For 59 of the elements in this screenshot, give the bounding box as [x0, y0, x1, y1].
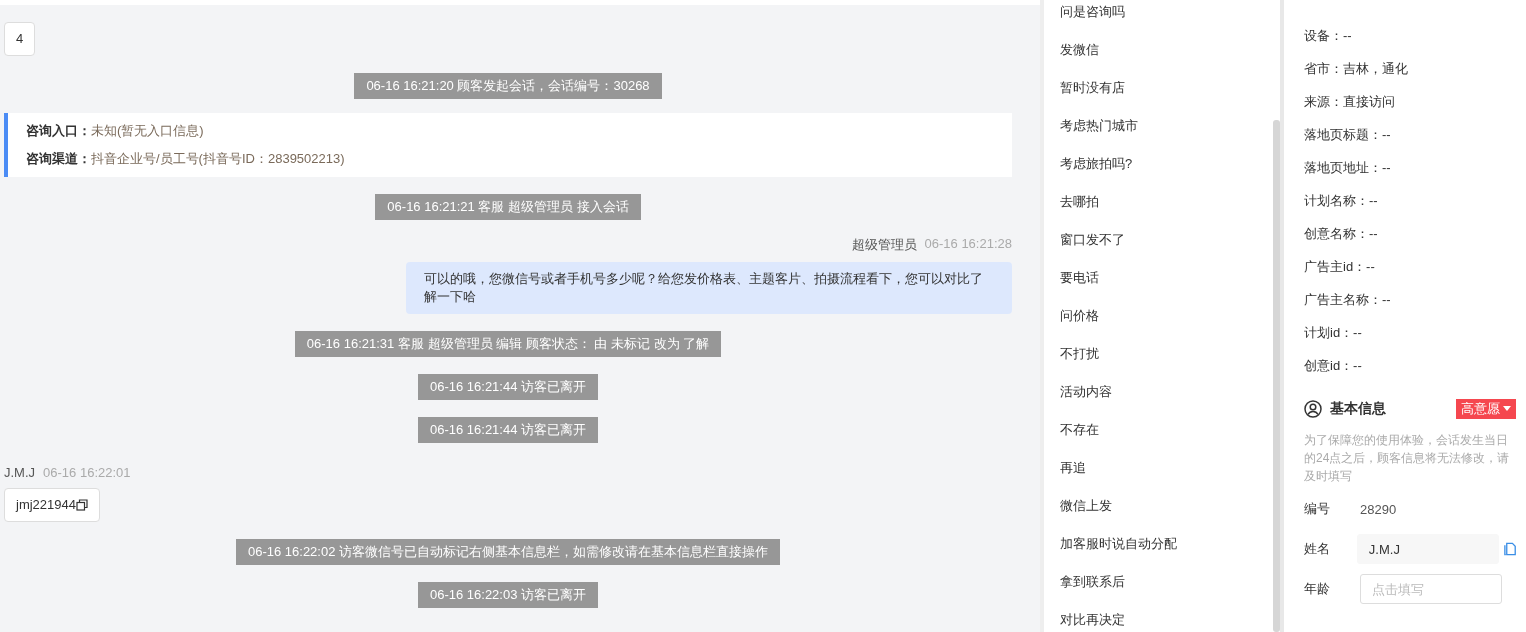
visitor-info-field: 计划名称：-- — [1304, 192, 1516, 225]
quick-reply-item[interactable]: 要电话 — [1060, 269, 1273, 307]
agent-message: 可以的哦，您微信号或者手机号多少呢？给您发价格表、主题客片、拍摄流程看下，您可以对比了解一下哈 — [406, 262, 1012, 314]
visitor-info-field: 计划id：-- — [1304, 324, 1516, 357]
system-message: 06-16 16:21:31 客服 超级管理员 编辑 顾客状态： 由 未标记 改为 了解 — [294, 331, 722, 357]
quick-reply-item[interactable]: 暂时没有店 — [1060, 79, 1273, 117]
quick-reply-item[interactable]: 再追 — [1060, 459, 1273, 497]
info-value: 未知(暂无入口信息) — [91, 122, 204, 140]
quick-reply-item[interactable]: 发微信 — [1060, 41, 1273, 79]
scrollbar-thumb[interactable] — [1273, 120, 1280, 632]
quick-reply-item[interactable]: 考虑热门城市 — [1060, 117, 1273, 155]
system-message: 06-16 16:21:20 顾客发起会话，会话编号：30268 — [354, 73, 662, 99]
visitor-info-field: 设备：-- — [1304, 27, 1516, 60]
quick-reply-item[interactable]: 拿到联系后 — [1060, 573, 1273, 611]
intent-tag-dropdown[interactable]: 高意愿 — [1456, 399, 1516, 419]
visitor-message: jmj221944 — [16, 497, 76, 513]
visitor-info-field: 创意id：-- — [1304, 357, 1516, 390]
quick-reply-item[interactable]: 对比再决定 — [1060, 611, 1273, 632]
visitor-info-field: 落地页标题：-- — [1304, 126, 1516, 159]
quick-reply-item[interactable]: 不存在 — [1060, 421, 1273, 459]
caret-icon — [1503, 406, 1511, 412]
quick-reply-item[interactable]: 去哪拍 — [1060, 193, 1273, 231]
info-value: 抖音企业号/员工号(抖音号ID：2839502213) — [91, 150, 345, 168]
system-message: 06-16 16:21:44 访客已离开 — [417, 417, 599, 443]
visitor-info-field: 省市：吉林，通化 — [1304, 60, 1516, 93]
quick-reply-item[interactable]: 活动内容 — [1060, 383, 1273, 421]
message-time: 06-16 16:22:01 — [43, 465, 131, 480]
visitor-info-field: 广告主id：-- — [1304, 258, 1516, 291]
visitor-info-field: 创意名称：-- — [1304, 225, 1516, 258]
quick-reply-item[interactable]: 考虑旅拍吗? — [1060, 155, 1273, 193]
info-label: 咨询渠道： — [26, 150, 91, 168]
section-title: 基本信息 — [1330, 400, 1387, 418]
field-label: 年龄 — [1304, 580, 1331, 598]
visitor-info-field: 广告主名称：-- — [1304, 291, 1516, 324]
system-message: 06-16 16:21:21 客服 超级管理员 接入会话 — [375, 194, 641, 220]
notice-text: 为了保障您的使用体验，会话发生当日的24点之后，顾客信息将无法修改，请及时填写 — [1304, 432, 1511, 485]
system-message: 06-16 16:22:02 访客微信号已自动标记右侧基本信息栏，如需修改请在基本信息栏直接操作 — [235, 539, 781, 565]
system-message: 06-16 16:21:44 访客已离开 — [417, 374, 599, 400]
sender-name: J.M.J — [4, 465, 36, 480]
user-icon — [1304, 400, 1322, 418]
info-label: 咨询入口： — [26, 122, 91, 140]
visitor-message: 4 — [16, 31, 24, 47]
quick-reply-item[interactable]: 窗口发不了 — [1060, 231, 1273, 269]
quick-reply-item[interactable]: 问是咨询吗 — [1060, 3, 1273, 41]
input-field[interactable]: 点击填写 — [1360, 574, 1502, 604]
system-message: 06-16 16:22:03 访客已离开 — [417, 582, 599, 608]
quick-reply-item[interactable]: 微信上发 — [1060, 497, 1273, 535]
field-label: 编号 — [1304, 500, 1331, 518]
quick-reply-item[interactable]: 问价格 — [1060, 307, 1273, 345]
message-time: 06-16 16:21:28 — [924, 236, 1012, 253]
input-field[interactable]: J.M.J — [1356, 534, 1499, 564]
visitor-info-field: 落地页地址：-- — [1304, 159, 1516, 192]
field-label: 姓名 — [1304, 540, 1331, 558]
quick-reply-item[interactable]: 不打扰 — [1060, 345, 1273, 383]
visitor-info-field: 来源：直接访问 — [1304, 93, 1516, 126]
sender-name: 超级管理员 — [851, 236, 917, 254]
field-value: 28290 — [1360, 501, 1397, 517]
quick-reply-item[interactable]: 加客服时说自动分配 — [1060, 535, 1273, 573]
copy-icon[interactable] — [76, 499, 88, 511]
